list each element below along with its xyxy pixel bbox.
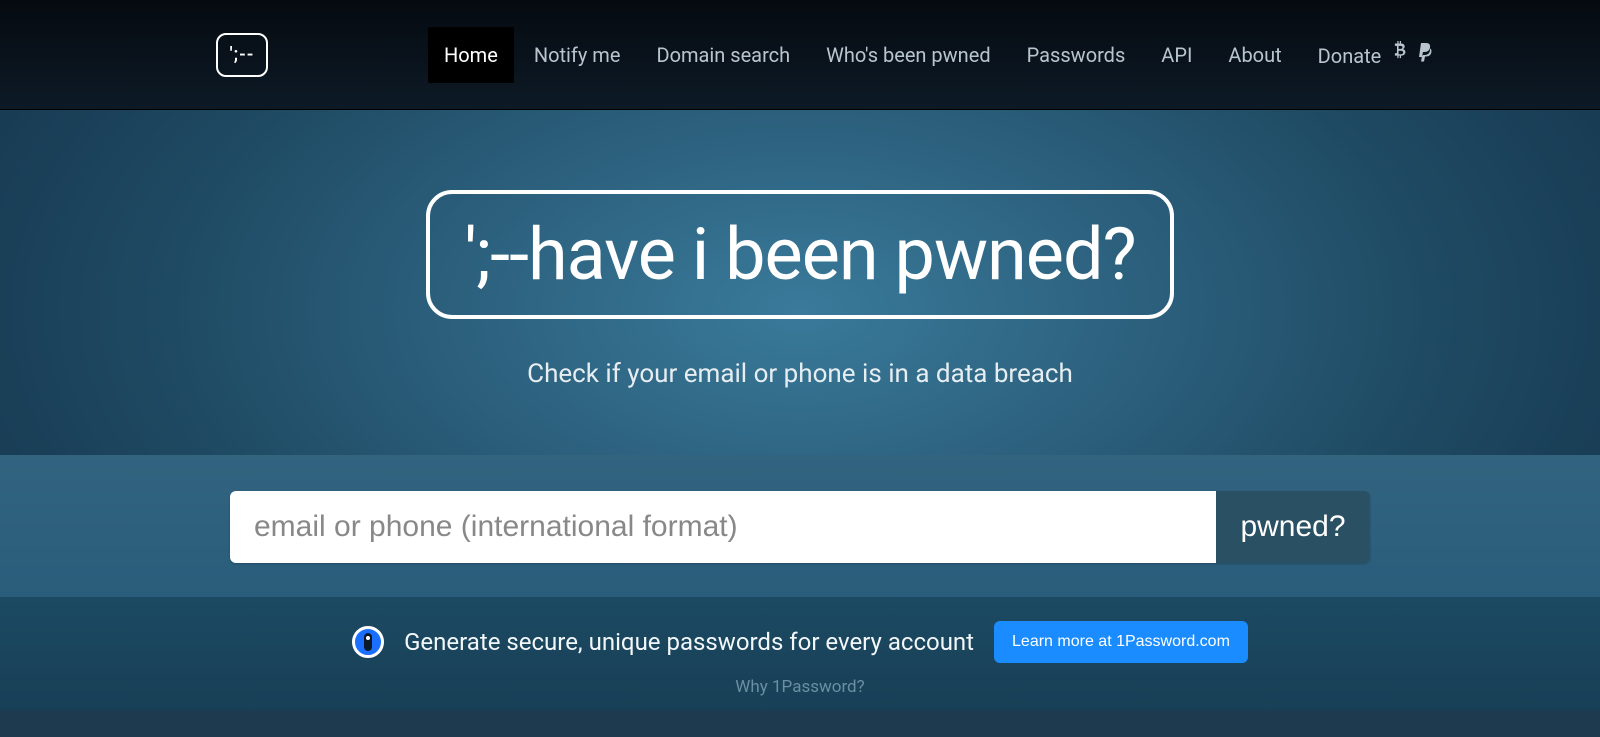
search-form: pwned? <box>230 491 1370 563</box>
bitcoin-icon <box>1392 41 1410 63</box>
donate-label: Donate <box>1318 44 1382 68</box>
search-section: pwned? <box>0 455 1600 597</box>
nav-item-passwords[interactable]: Passwords <box>1011 27 1142 83</box>
nav-item-about[interactable]: About <box>1212 27 1297 83</box>
donate-icons <box>1392 41 1434 63</box>
hero-subtitle: Check if your email or phone is in a dat… <box>0 359 1600 389</box>
onepassword-icon <box>352 626 384 658</box>
paypal-icon <box>1416 42 1434 62</box>
nav-item-home[interactable]: Home <box>428 27 514 83</box>
email-phone-input[interactable] <box>230 491 1216 563</box>
nav-items: Home Notify me Domain search Who's been … <box>428 25 1450 84</box>
nav-item-donate[interactable]: Donate <box>1302 25 1451 84</box>
pwned-button[interactable]: pwned? <box>1216 491 1370 563</box>
hero-section: ';--have i been pwned? Check if your ema… <box>0 110 1600 455</box>
promo-row: Generate secure, unique passwords for ev… <box>0 621 1600 663</box>
nav-item-notify-me[interactable]: Notify me <box>518 27 637 83</box>
hero-title: ';--have i been pwned? <box>426 190 1173 319</box>
navbar: ';-- Home Notify me Domain search Who's … <box>0 0 1600 110</box>
nav-item-domain-search[interactable]: Domain search <box>640 27 806 83</box>
learn-more-button[interactable]: Learn more at 1Password.com <box>994 621 1248 663</box>
why-onepassword-link[interactable]: Why 1Password? <box>0 677 1600 697</box>
site-logo[interactable]: ';-- <box>216 33 268 77</box>
nav-item-api[interactable]: API <box>1145 27 1208 83</box>
promo-section: Generate secure, unique passwords for ev… <box>0 597 1600 711</box>
promo-text: Generate secure, unique passwords for ev… <box>404 628 974 656</box>
nav-item-whos-been-pwned[interactable]: Who's been pwned <box>810 27 1006 83</box>
